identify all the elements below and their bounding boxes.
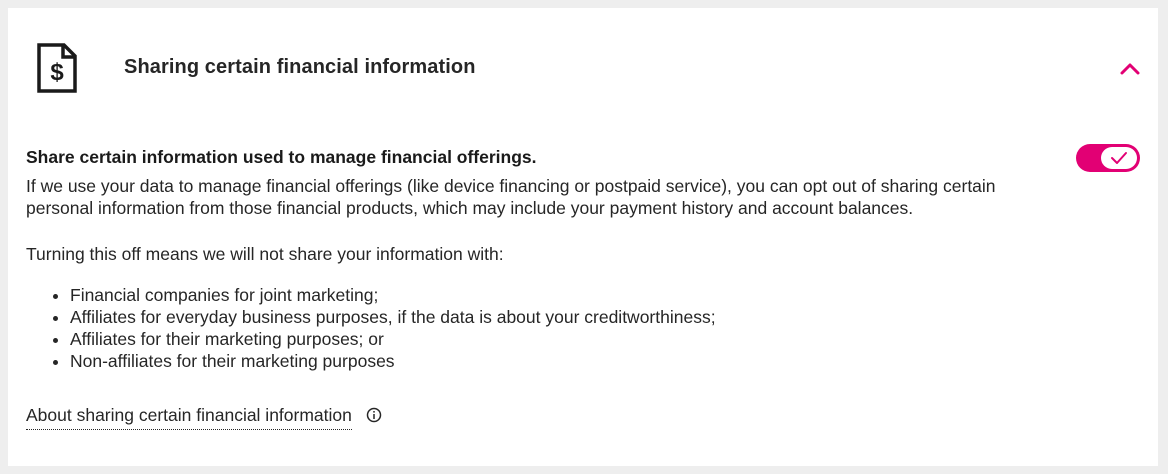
- section-description: If we use your data to manage financial …: [26, 176, 996, 218]
- chevron-up-icon[interactable]: [1116, 56, 1144, 80]
- accordion-header[interactable]: $ Sharing certain financial information: [8, 8, 1158, 126]
- list-item: Non-affiliates for their marketing purpo…: [70, 350, 716, 372]
- list-item: Affiliates for everyday business purpose…: [70, 306, 716, 328]
- checkmark-icon: [1111, 152, 1127, 164]
- financial-sharing-card: $ Sharing certain financial information …: [8, 8, 1158, 466]
- svg-text:$: $: [50, 59, 64, 86]
- toggle-knob: [1101, 147, 1137, 169]
- section-title: Share certain information used to manage…: [26, 147, 537, 167]
- sharing-list: Financial companies for joint marketing;…: [26, 284, 716, 372]
- about-sharing-link[interactable]: About sharing certain financial informat…: [26, 404, 352, 430]
- share-financial-toggle[interactable]: [1076, 144, 1140, 172]
- accordion-title: Sharing certain financial information: [124, 56, 476, 78]
- financial-document-icon: $: [36, 42, 78, 94]
- list-item: Affiliates for their marketing purposes;…: [70, 328, 716, 350]
- info-icon[interactable]: [366, 407, 382, 423]
- list-item: Financial companies for joint marketing;: [70, 284, 716, 306]
- turning-off-text: Turning this off means we will not share…: [26, 244, 504, 264]
